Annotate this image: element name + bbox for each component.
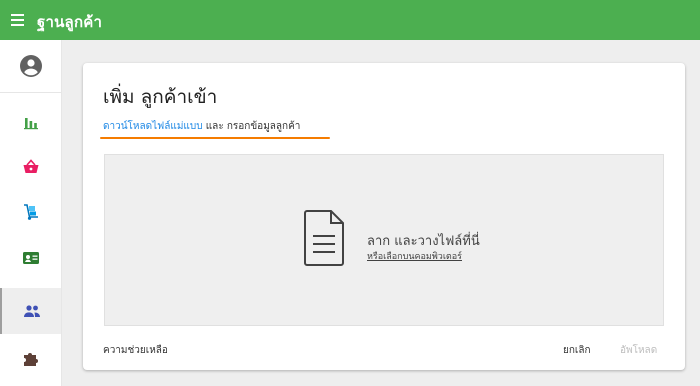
highlight-underline: [100, 137, 330, 139]
card-title: เพิ่ม ลูกค้าเข้า: [103, 86, 218, 108]
sidebar-item-delivery[interactable]: [0, 189, 61, 235]
menu-icon[interactable]: [9, 12, 27, 28]
page-title: ฐานลูกค้า: [37, 13, 103, 31]
sidebar-item-contacts[interactable]: [0, 235, 61, 281]
app-header: ฐานลูกค้า: [0, 0, 700, 40]
hand-truck-icon: [23, 204, 38, 220]
bar-chart-icon: [23, 118, 38, 130]
download-template-link[interactable]: ดาวน์โหลดไฟล์แม่แบบ: [103, 121, 203, 132]
upload-button[interactable]: อัพโหลด: [620, 343, 657, 358]
sidebar-item-plugins[interactable]: [0, 336, 61, 382]
sidebar-item-customers[interactable]: [0, 288, 61, 334]
puzzle-icon: [23, 353, 38, 366]
people-icon: [23, 305, 40, 317]
dropzone-main-text: ลาก และวางไฟล์ที่นี่: [367, 234, 480, 249]
sidebar-item-reports[interactable]: [0, 99, 61, 145]
subtitle-text: และ กรอกข้อมูลลูกค้า: [202, 121, 301, 132]
account-circle-icon: [19, 55, 42, 77]
contact-card-icon: [22, 252, 39, 264]
add-customers-card: เพิ่ม ลูกค้าเข้า ดาวน์โหลดไฟล์แม่แบบ และ…: [83, 63, 685, 370]
cancel-button[interactable]: ยกเลิก: [563, 343, 591, 358]
card-subtitle: ดาวน์โหลดไฟล์แม่แบบ และ กรอกข้อมูลลูกค้า: [103, 119, 300, 134]
shopping-basket-icon: [23, 159, 38, 173]
sidebar-item-orders[interactable]: [0, 144, 61, 190]
sidebar-item-profile[interactable]: [0, 40, 61, 93]
browse-computer-link[interactable]: หรือเลือกบนคอมพิวเตอร์: [367, 249, 462, 263]
document-icon: [304, 210, 344, 266]
help-link[interactable]: ความช่วยเหลือ: [103, 343, 168, 358]
sidebar: [0, 40, 62, 386]
file-dropzone[interactable]: ลาก และวางไฟล์ที่นี่ หรือเลือกบนคอมพิวเต…: [104, 154, 664, 326]
